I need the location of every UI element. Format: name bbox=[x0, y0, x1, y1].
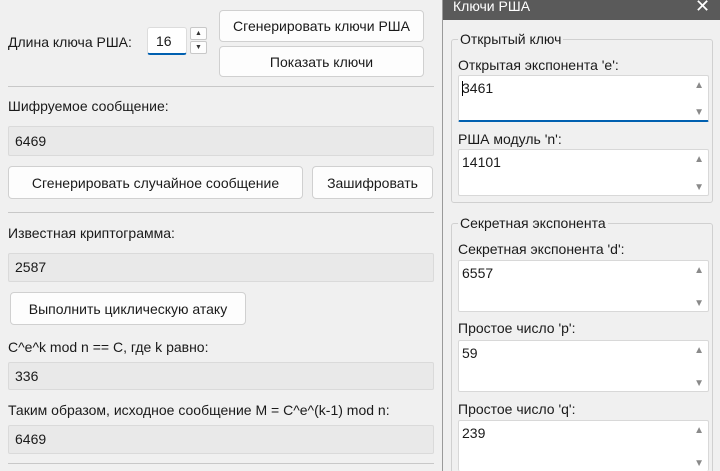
d-label: Секретная экспонента 'd': bbox=[458, 241, 625, 257]
k-label: C^e^k mod n == C, где k равно: bbox=[8, 339, 209, 355]
message-label: Шифруемое сообщение: bbox=[8, 98, 169, 114]
dialog-titlebar[interactable]: Ключи РША ✕ bbox=[443, 0, 720, 20]
key-length-stepper[interactable]: 16 ▲ ▼ bbox=[147, 27, 207, 55]
generate-keys-button[interactable]: Сгенерировать ключи РША bbox=[219, 10, 424, 42]
encrypt-button[interactable]: Зашифровать bbox=[312, 166, 433, 199]
e-value: 3461 bbox=[462, 80, 494, 96]
result-field[interactable]: 6469 bbox=[8, 425, 434, 454]
cyclic-attack-button[interactable]: Выполнить циклическую атаку bbox=[10, 292, 246, 325]
e-textarea[interactable]: 3461 ▲ ▼ bbox=[458, 75, 709, 122]
scroll-up-icon[interactable]: ▲ bbox=[694, 265, 704, 276]
q-value: 239 bbox=[462, 425, 486, 441]
scroll-down-icon[interactable]: ▼ bbox=[694, 298, 704, 309]
e-label: Открытая экспонента 'e': bbox=[458, 57, 619, 73]
scroll-down-icon[interactable]: ▼ bbox=[694, 182, 704, 193]
n-textarea[interactable]: 14101 ▲ ▼ bbox=[458, 149, 709, 196]
divider bbox=[8, 212, 434, 213]
ciphertext-field[interactable]: 2587 bbox=[8, 253, 434, 282]
stepper-down-button[interactable]: ▼ bbox=[190, 41, 207, 54]
q-textarea[interactable]: 239 ▲ ▼ bbox=[458, 420, 709, 471]
scroll-down-icon[interactable]: ▼ bbox=[694, 458, 704, 469]
ciphertext-label: Известная криптограмма: bbox=[8, 225, 175, 241]
scroll-down-icon[interactable]: ▼ bbox=[694, 378, 704, 389]
divider bbox=[8, 86, 434, 87]
result-label: Таким образом, исходное сообщение M = C^… bbox=[8, 402, 390, 418]
rsa-keys-dialog: Ключи РША ✕ Открытый ключ Открытая экспо… bbox=[442, 0, 720, 471]
p-value: 59 bbox=[462, 345, 478, 361]
scroll-up-icon[interactable]: ▲ bbox=[694, 345, 704, 356]
divider bbox=[8, 463, 434, 464]
key-length-input[interactable]: 16 bbox=[147, 27, 187, 55]
dialog-title: Ключи РША bbox=[453, 0, 531, 14]
scroll-down-icon[interactable]: ▼ bbox=[694, 107, 704, 118]
scroll-up-icon[interactable]: ▲ bbox=[694, 154, 704, 165]
d-value: 6557 bbox=[462, 265, 494, 281]
random-message-button[interactable]: Сгенерировать случайное сообщение bbox=[8, 166, 303, 199]
message-field[interactable]: 6469 bbox=[8, 126, 434, 156]
close-icon[interactable]: ✕ bbox=[695, 0, 710, 15]
stepper-up-button[interactable]: ▲ bbox=[190, 27, 207, 40]
p-textarea[interactable]: 59 ▲ ▼ bbox=[458, 340, 709, 392]
public-key-group-title: Открытый ключ bbox=[458, 31, 564, 47]
scroll-up-icon[interactable]: ▲ bbox=[694, 80, 704, 91]
d-textarea[interactable]: 6557 ▲ ▼ bbox=[458, 260, 709, 312]
k-field[interactable]: 336 bbox=[8, 362, 434, 390]
n-value: 14101 bbox=[462, 154, 501, 170]
key-length-label: Длина ключа РША: bbox=[8, 34, 132, 50]
secret-key-group-title: Секретная экспонента bbox=[458, 215, 608, 231]
show-keys-button[interactable]: Показать ключи bbox=[219, 46, 424, 77]
p-label: Простое число 'p': bbox=[458, 320, 576, 336]
q-label: Простое число 'q': bbox=[458, 401, 576, 417]
main-window: Длина ключа РША: 16 ▲ ▼ Сгенерировать кл… bbox=[0, 0, 442, 471]
n-label: РША модуль 'n': bbox=[458, 131, 562, 147]
scroll-up-icon[interactable]: ▲ bbox=[694, 425, 704, 436]
